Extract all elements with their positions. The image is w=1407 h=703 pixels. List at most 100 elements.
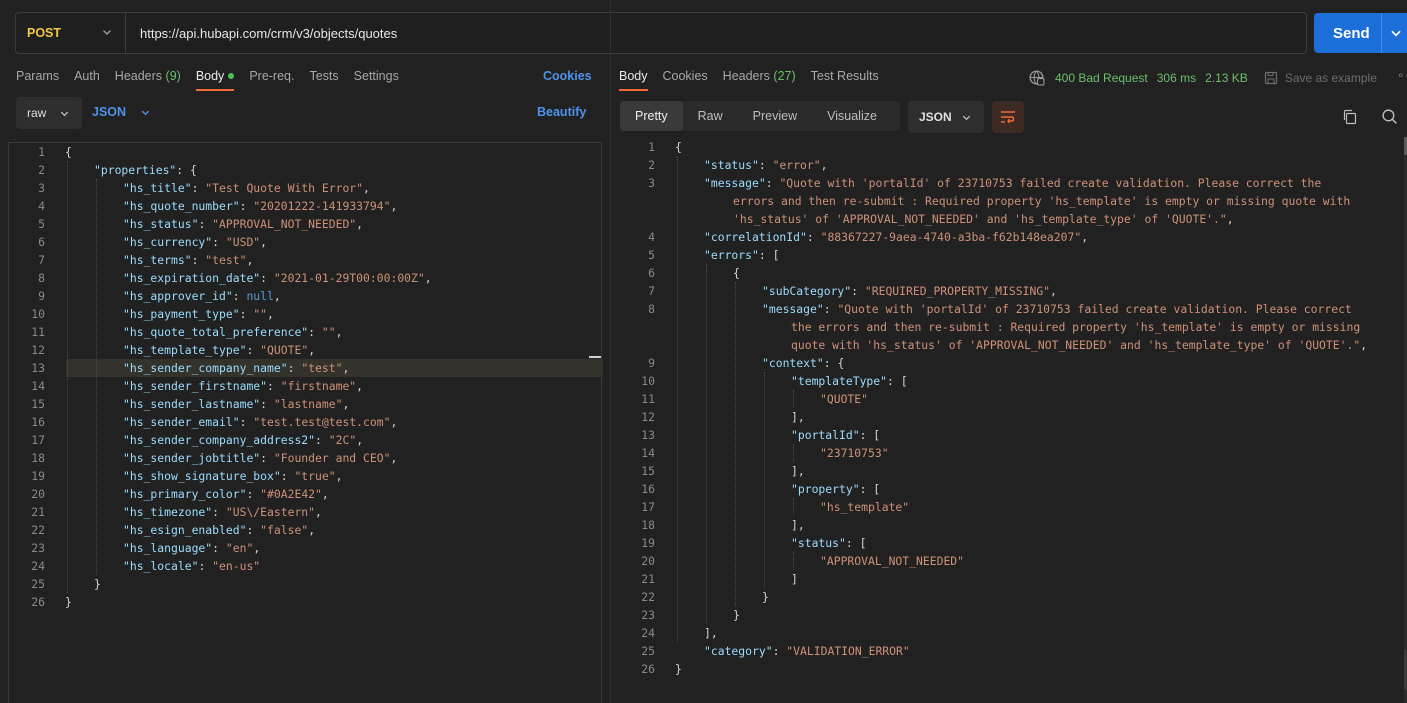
response-size[interactable]: 2.13 KB [1205,71,1248,85]
copy-icon[interactable] [1342,109,1358,125]
token: "templateType" [791,374,888,388]
token: : [280,469,295,483]
body-mode-select[interactable]: raw [16,97,82,129]
code-text: "hs_primary_color": "#0A2E42", [123,485,329,503]
request-body-editor[interactable]: 1{2 "properties": {3 "hs_title": "Test Quo… [8,142,603,703]
token: "hs_template" [820,500,910,514]
line-number: 19 [641,536,655,550]
code-line: 1{ [640,138,1400,156]
code-line: 6{ [640,264,1400,282]
line-number: 4 [38,199,45,213]
token: "error" [772,158,821,172]
search-icon[interactable] [1381,108,1398,125]
line-number: 20 [641,554,655,568]
token: : [267,379,281,393]
send-button[interactable]: Send [1314,13,1407,53]
code-text: "hs_approver_id": null, [123,287,281,305]
response-tab-testresults[interactable]: Test Results [811,69,879,91]
token: "property" [791,482,860,496]
response-tab-headers[interactable]: Headers (27) [723,69,796,91]
status-code[interactable]: 400 Bad Request [1055,71,1148,85]
indent-guide [735,282,736,606]
more-icon[interactable]: ∘∘ [1397,68,1407,82]
token: } [94,577,101,591]
token: : [260,397,274,411]
code-text: "hs_terms": "test", [123,251,253,269]
tab-label: Tests [309,69,339,83]
code-line: 23} [640,606,1400,624]
method-select[interactable]: POST [16,13,126,53]
token: : [ [758,248,780,262]
code-text: "hs_expiration_date": "2021-01-29T00:00:… [123,269,432,287]
token: : [246,343,261,357]
tab-label: Body [619,69,648,83]
code-text: { [675,138,682,156]
code-text: "hs_template" [820,498,909,516]
tab-auth[interactable]: Auth [74,69,100,91]
method-label: POST [27,26,62,40]
indent-guide [793,390,794,408]
code-line: 3 "message": "Quote with 'portalId' of 23… [640,174,1400,192]
token: : [823,302,838,316]
url-input[interactable]: https://api.hubapi.com/crm/v3/objects/qu… [126,26,397,41]
response-tab-cookies[interactable]: Cookies [663,69,708,91]
view-tab-raw[interactable]: Raw [683,101,738,131]
token: "subCategory" [762,284,852,298]
view-tab-pretty[interactable]: Pretty [620,101,683,131]
tab-prereq[interactable]: Pre-req. [249,69,294,91]
chevron-down-icon[interactable] [1389,26,1403,40]
token: "QUOTE" [820,392,869,406]
code-text: ], [791,462,805,480]
code-text: "hs_language": "en", [123,539,260,557]
wrap-lines-button[interactable] [992,101,1024,133]
beautify-button[interactable]: Beautify [537,105,586,119]
code-text: quote with 'hs_status' of 'APPROVAL_NOT_… [791,336,1367,354]
token: "test.test@test.com" [253,415,391,429]
code-text: ], [791,408,805,426]
save-as-example-button[interactable]: Save as example [1264,71,1377,85]
tab-label: Body [195,69,225,83]
request-tabs: Params Auth Headers (9) Body Pre-req. Tests Se… [16,69,414,91]
modified-dot-icon [228,72,235,79]
response-tab-body[interactable]: Body [619,69,648,91]
code-text: errors and then re-submit : Required pro… [733,192,1350,210]
request-cookies-link[interactable]: Cookies [543,69,592,83]
tab-headers[interactable]: Headers (9) [115,69,181,91]
code-line: 4 "correlationId": "88367227-9aea-4740-a3… [640,228,1400,246]
line-number: 21 [31,505,45,519]
token: "APPROVAL_NOT_NEEDED" [212,217,357,231]
response-time[interactable]: 306 ms [1157,71,1196,85]
code-text: "hs_status": "APPROVAL_NOT_NEEDED", [123,215,363,233]
code-text: "templateType": [ [791,372,908,390]
code-line: 22} [640,588,1400,606]
line-number: 13 [641,428,655,442]
tab-body[interactable]: Body [195,69,235,91]
view-tab-visualize[interactable]: Visualize [812,101,892,131]
line-number: 1 [38,145,45,159]
response-body-viewer[interactable]: 1{2 "status": "error", 3 "message": "Quote … [640,138,1407,703]
token: : [851,284,865,298]
token: "88367227-9aea-4740-a3ba-f62b148ea207" [820,230,1082,244]
response-format-select[interactable]: JSON [908,101,984,133]
code-text: "hs_template_type": "QUOTE", [123,341,315,359]
line-number: 12 [641,410,655,424]
code-line: 1{ [9,143,589,161]
response-status-bar: 400 Bad Request 306 ms 2.13 KB Save as e… [1028,69,1377,86]
code-line: 13 "portalId": [ [640,426,1400,444]
token: : [212,541,226,555]
token: ], [791,464,805,478]
view-tab-preview[interactable]: Preview [738,101,812,131]
token: "" [321,325,336,339]
line-number: 23 [641,608,655,622]
line-number: 17 [31,433,45,447]
globe-icon[interactable] [1028,69,1045,86]
tab-tests[interactable]: Tests [309,69,338,91]
line-number: 3 [38,181,45,195]
panel-divider[interactable] [610,0,611,703]
tab-settings[interactable]: Settings [354,69,399,91]
tab-label: Test Results [810,69,879,83]
body-format-select[interactable]: JSON [92,105,151,119]
token: "properties" [94,163,177,177]
line-number: 21 [641,572,655,586]
tab-params[interactable]: Params [16,69,59,91]
